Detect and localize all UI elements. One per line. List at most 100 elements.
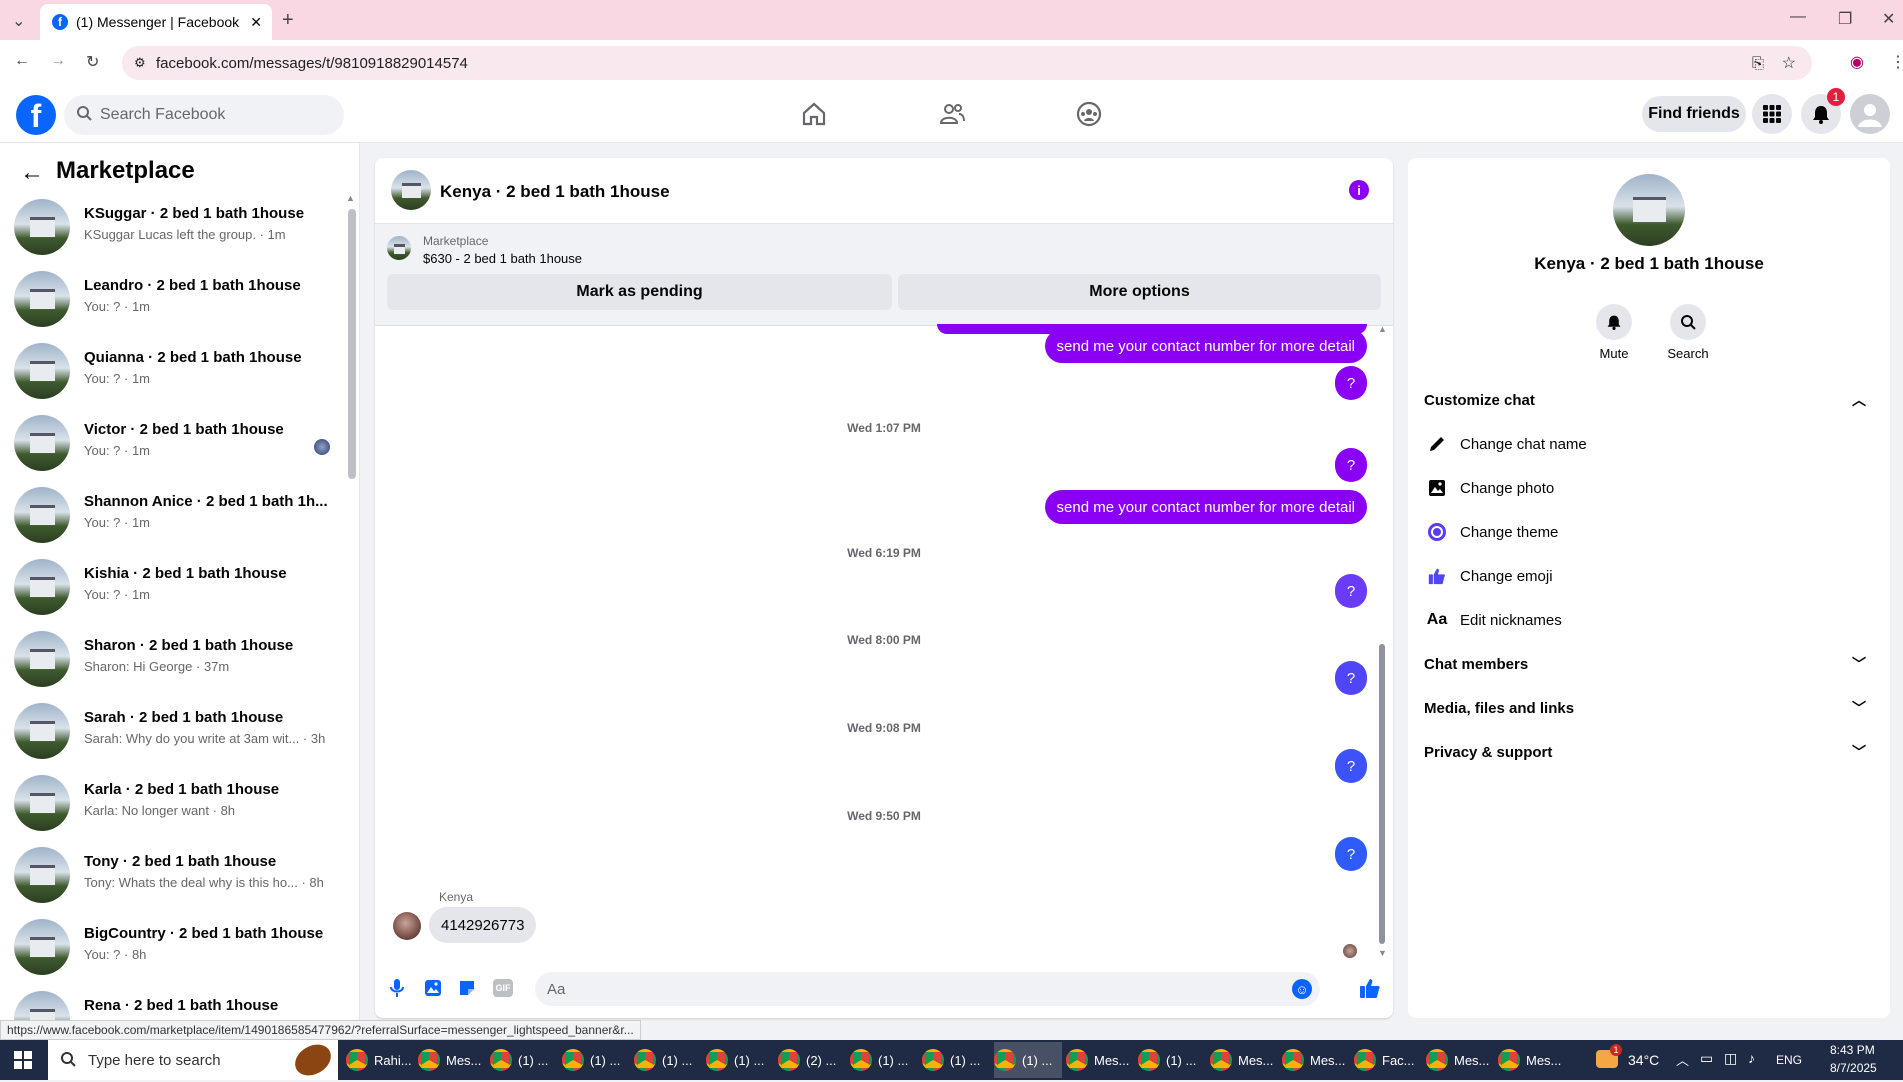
- mute-button[interactable]: Mute: [1594, 304, 1634, 361]
- change-chat-name-item[interactable]: Change chat name: [1424, 424, 1874, 464]
- change-photo-item[interactable]: Change photo: [1424, 468, 1874, 508]
- conversation-item[interactable]: KSuggar · 2 bed 1 bath 1house KSuggar Luc…: [14, 193, 344, 265]
- back-icon[interactable]: ←: [14, 52, 30, 70]
- home-icon[interactable]: [800, 100, 828, 128]
- account-avatar[interactable]: [1850, 94, 1890, 134]
- message-bubble[interactable]: ?: [1335, 837, 1367, 871]
- taskbar-search-input[interactable]: Type here to search: [48, 1038, 338, 1082]
- taskbar-chrome-window[interactable]: (1) ...: [922, 1042, 990, 1078]
- message-bubble[interactable]: ?: [1335, 574, 1367, 608]
- mark-pending-button[interactable]: Mark as pending: [387, 274, 892, 310]
- message-input[interactable]: Aa ☺: [535, 972, 1320, 1006]
- media-section[interactable]: Media, files and links ﹀: [1424, 688, 1874, 728]
- sender-avatar[interactable]: [393, 912, 421, 940]
- message-bubble[interactable]: ?: [1335, 749, 1367, 783]
- close-tab-icon[interactable]: ✕: [250, 14, 262, 31]
- gif-icon[interactable]: GIF: [493, 979, 513, 997]
- conversation-item[interactable]: Tony · 2 bed 1 bath 1house Tony: Whats th…: [14, 841, 344, 913]
- new-tab-icon[interactable]: +: [282, 9, 294, 32]
- profile-photo[interactable]: [1613, 174, 1685, 246]
- search-facebook-input[interactable]: Search Facebook: [64, 95, 344, 135]
- edit-nicknames-item[interactable]: Aa Edit nicknames: [1424, 600, 1874, 640]
- clock-time[interactable]: 8:43 PM: [1830, 1043, 1875, 1057]
- info-icon[interactable]: i: [1349, 180, 1369, 200]
- chat-avatar[interactable]: [391, 170, 431, 210]
- site-info-icon[interactable]: ⚙: [134, 55, 146, 71]
- scroll-down-icon[interactable]: ▼: [1378, 948, 1387, 958]
- taskbar-chrome-window[interactable]: Rahi...: [346, 1042, 414, 1078]
- more-options-button[interactable]: More options: [898, 274, 1381, 310]
- bookmark-star-icon[interactable]: ☆: [1782, 53, 1796, 73]
- taskbar-chrome-window[interactable]: Mes...: [1282, 1042, 1350, 1078]
- message-bubble[interactable]: ?: [1335, 661, 1367, 695]
- taskbar-chrome-window[interactable]: Fac...: [1354, 1042, 1422, 1078]
- language[interactable]: ENG: [1776, 1053, 1802, 1067]
- taskbar-chrome-window[interactable]: (1) ...: [706, 1042, 774, 1078]
- taskbar-chrome-window[interactable]: Mes...: [1210, 1042, 1278, 1078]
- conversation-item[interactable]: Shannon Anice · 2 bed 1 bath 1h... You: ?…: [14, 481, 344, 553]
- message-bubble[interactable]: ?: [1335, 366, 1367, 400]
- change-theme-item[interactable]: Change theme: [1424, 512, 1874, 552]
- incoming-message-bubble[interactable]: 4142926773: [429, 907, 537, 943]
- url-field[interactable]: ⚙ facebook.com/messages/t/98109188290145…: [122, 46, 1812, 80]
- tray-chevron-up-icon[interactable]: ︿: [1676, 1050, 1689, 1069]
- taskbar-chrome-window[interactable]: Mes...: [1426, 1042, 1494, 1078]
- customize-chat-section[interactable]: Customize chat ︿: [1424, 380, 1874, 420]
- conversation-item[interactable]: Victor · 2 bed 1 bath 1house You: ? · 1m: [14, 409, 344, 481]
- sticker-icon[interactable]: [457, 978, 477, 1003]
- conversation-item[interactable]: Leandro · 2 bed 1 bath 1house You: ? · 1m: [14, 265, 344, 337]
- taskbar-chrome-window[interactable]: (1) ...: [850, 1042, 918, 1078]
- taskbar-chrome-window[interactable]: Mes...: [1066, 1042, 1134, 1078]
- chat-members-section[interactable]: Chat members ﹀: [1424, 644, 1874, 684]
- message-bubble[interactable]: send me your contact number for more det…: [1044, 329, 1367, 363]
- conversation-item[interactable]: Karla · 2 bed 1 bath 1house Karla: No lon…: [14, 769, 344, 841]
- profile-icon[interactable]: ◉: [1850, 52, 1864, 72]
- browser-tab[interactable]: f (1) Messenger | Facebook ✕: [40, 4, 272, 40]
- tab-list-icon[interactable]: ⌄: [12, 11, 25, 31]
- thumbs-up-icon[interactable]: [1359, 977, 1381, 1004]
- chat-title[interactable]: Kenya · 2 bed 1 bath 1house: [440, 182, 670, 202]
- conversation-item[interactable]: Sharon · 2 bed 1 bath 1house Sharon: Hi G…: [14, 625, 344, 697]
- install-icon[interactable]: ⎘: [1752, 55, 1764, 72]
- facebook-logo-icon[interactable]: f: [16, 95, 56, 135]
- windows-start-icon[interactable]: [14, 1051, 32, 1074]
- photo-icon[interactable]: [423, 978, 443, 1003]
- taskbar-chrome-window[interactable]: (1) ...: [562, 1042, 630, 1078]
- taskbar-chrome-window[interactable]: Mes...: [418, 1042, 486, 1078]
- restore-icon[interactable]: ❐: [1838, 9, 1852, 29]
- microphone-icon[interactable]: [389, 978, 405, 1003]
- clock-date[interactable]: 8/7/2025: [1830, 1061, 1877, 1075]
- reload-icon[interactable]: ↻: [86, 52, 99, 72]
- conversation-item[interactable]: Quianna · 2 bed 1 bath 1house You: ? · 1m: [14, 337, 344, 409]
- network-icon[interactable]: ◫: [1724, 1050, 1737, 1067]
- back-arrow-icon[interactable]: ←: [20, 159, 44, 187]
- message-bubble[interactable]: ?: [1335, 448, 1367, 482]
- conversation-item[interactable]: Kishia · 2 bed 1 bath 1house You: ? · 1m: [14, 553, 344, 625]
- taskbar-chrome-window[interactable]: (1) ...: [1138, 1042, 1206, 1078]
- marketplace-banner[interactable]: Marketplace $630 - 2 bed 1 bath 1house M…: [375, 224, 1393, 326]
- chrome-menu-icon[interactable]: ⋮: [1890, 52, 1903, 72]
- menu-grid-icon[interactable]: [1752, 94, 1792, 134]
- find-friends-button[interactable]: Find friends: [1642, 96, 1746, 132]
- scroll-up-icon[interactable]: ▲: [346, 193, 355, 203]
- change-emoji-item[interactable]: Change emoji: [1424, 556, 1874, 596]
- taskbar-chrome-window[interactable]: (1) ...: [490, 1042, 558, 1078]
- notifications-bell-icon[interactable]: 1: [1801, 88, 1845, 134]
- chat-scrollbar[interactable]: [1379, 644, 1385, 944]
- minimize-icon[interactable]: —: [1790, 8, 1806, 26]
- emoji-icon[interactable]: ☺: [1292, 979, 1312, 999]
- conversation-item[interactable]: Sarah · 2 bed 1 bath 1house Sarah: Why do…: [14, 697, 344, 769]
- privacy-section[interactable]: Privacy & support ﹀: [1424, 732, 1874, 772]
- taskbar-chrome-window[interactable]: (1) ...: [634, 1042, 702, 1078]
- volume-icon[interactable]: ♪: [1748, 1050, 1755, 1066]
- message-bubble[interactable]: send me your contact number for more det…: [1044, 490, 1367, 524]
- close-window-icon[interactable]: ✕: [1882, 9, 1895, 29]
- temperature[interactable]: 34°C: [1628, 1052, 1659, 1068]
- groups-icon[interactable]: [1075, 100, 1103, 128]
- taskbar-chrome-window[interactable]: (1) ...: [994, 1042, 1062, 1078]
- scroll-up-icon[interactable]: ▲: [1378, 324, 1387, 334]
- sidebar-scrollbar[interactable]: [348, 209, 356, 479]
- conversation-item[interactable]: BigCountry · 2 bed 1 bath 1house You: ? ·…: [14, 913, 344, 985]
- search-chat-button[interactable]: Search: [1663, 304, 1713, 361]
- taskbar-chrome-window[interactable]: Mes...: [1498, 1042, 1566, 1078]
